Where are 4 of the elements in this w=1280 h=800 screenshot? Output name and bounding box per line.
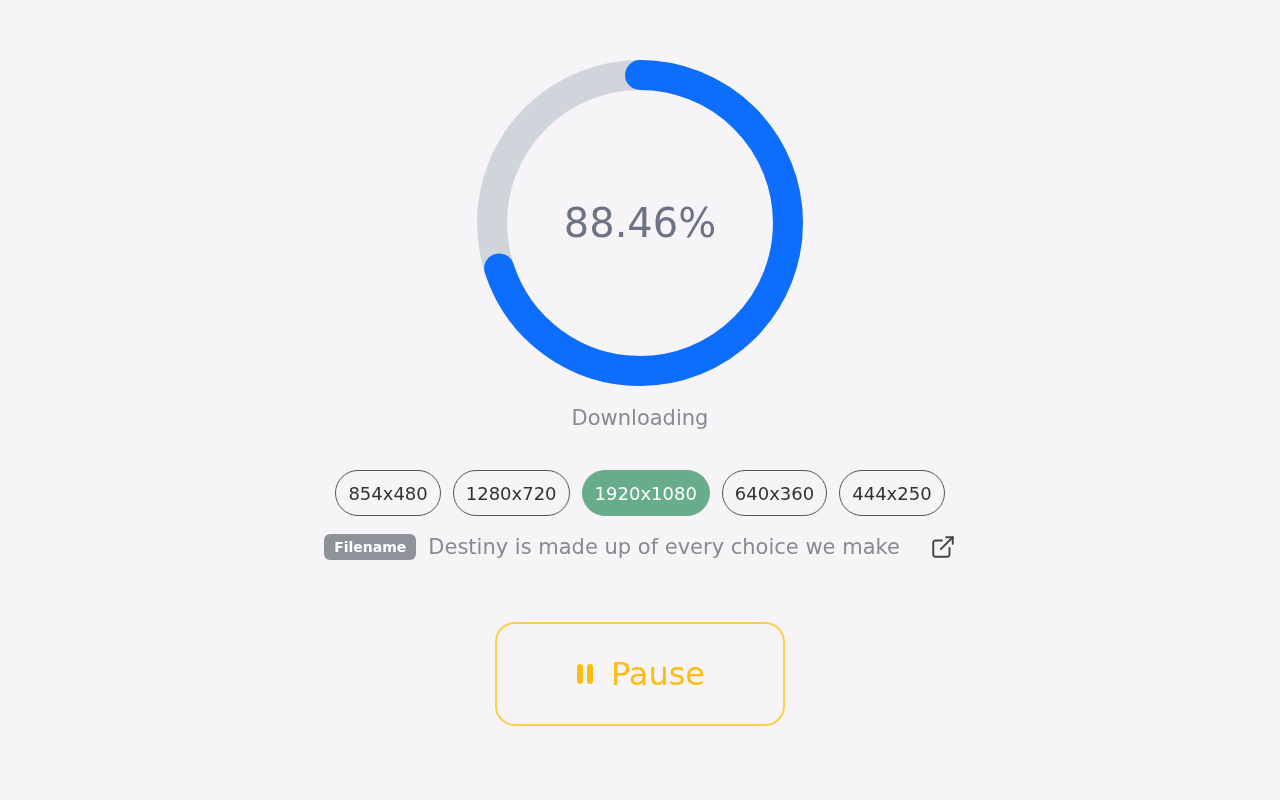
status-text: Downloading xyxy=(571,406,709,430)
file-name: Destiny is made up of every choice we make xyxy=(428,535,900,559)
filename-tag: Filename xyxy=(324,534,417,560)
progress-percent: 88.46% xyxy=(563,200,717,246)
